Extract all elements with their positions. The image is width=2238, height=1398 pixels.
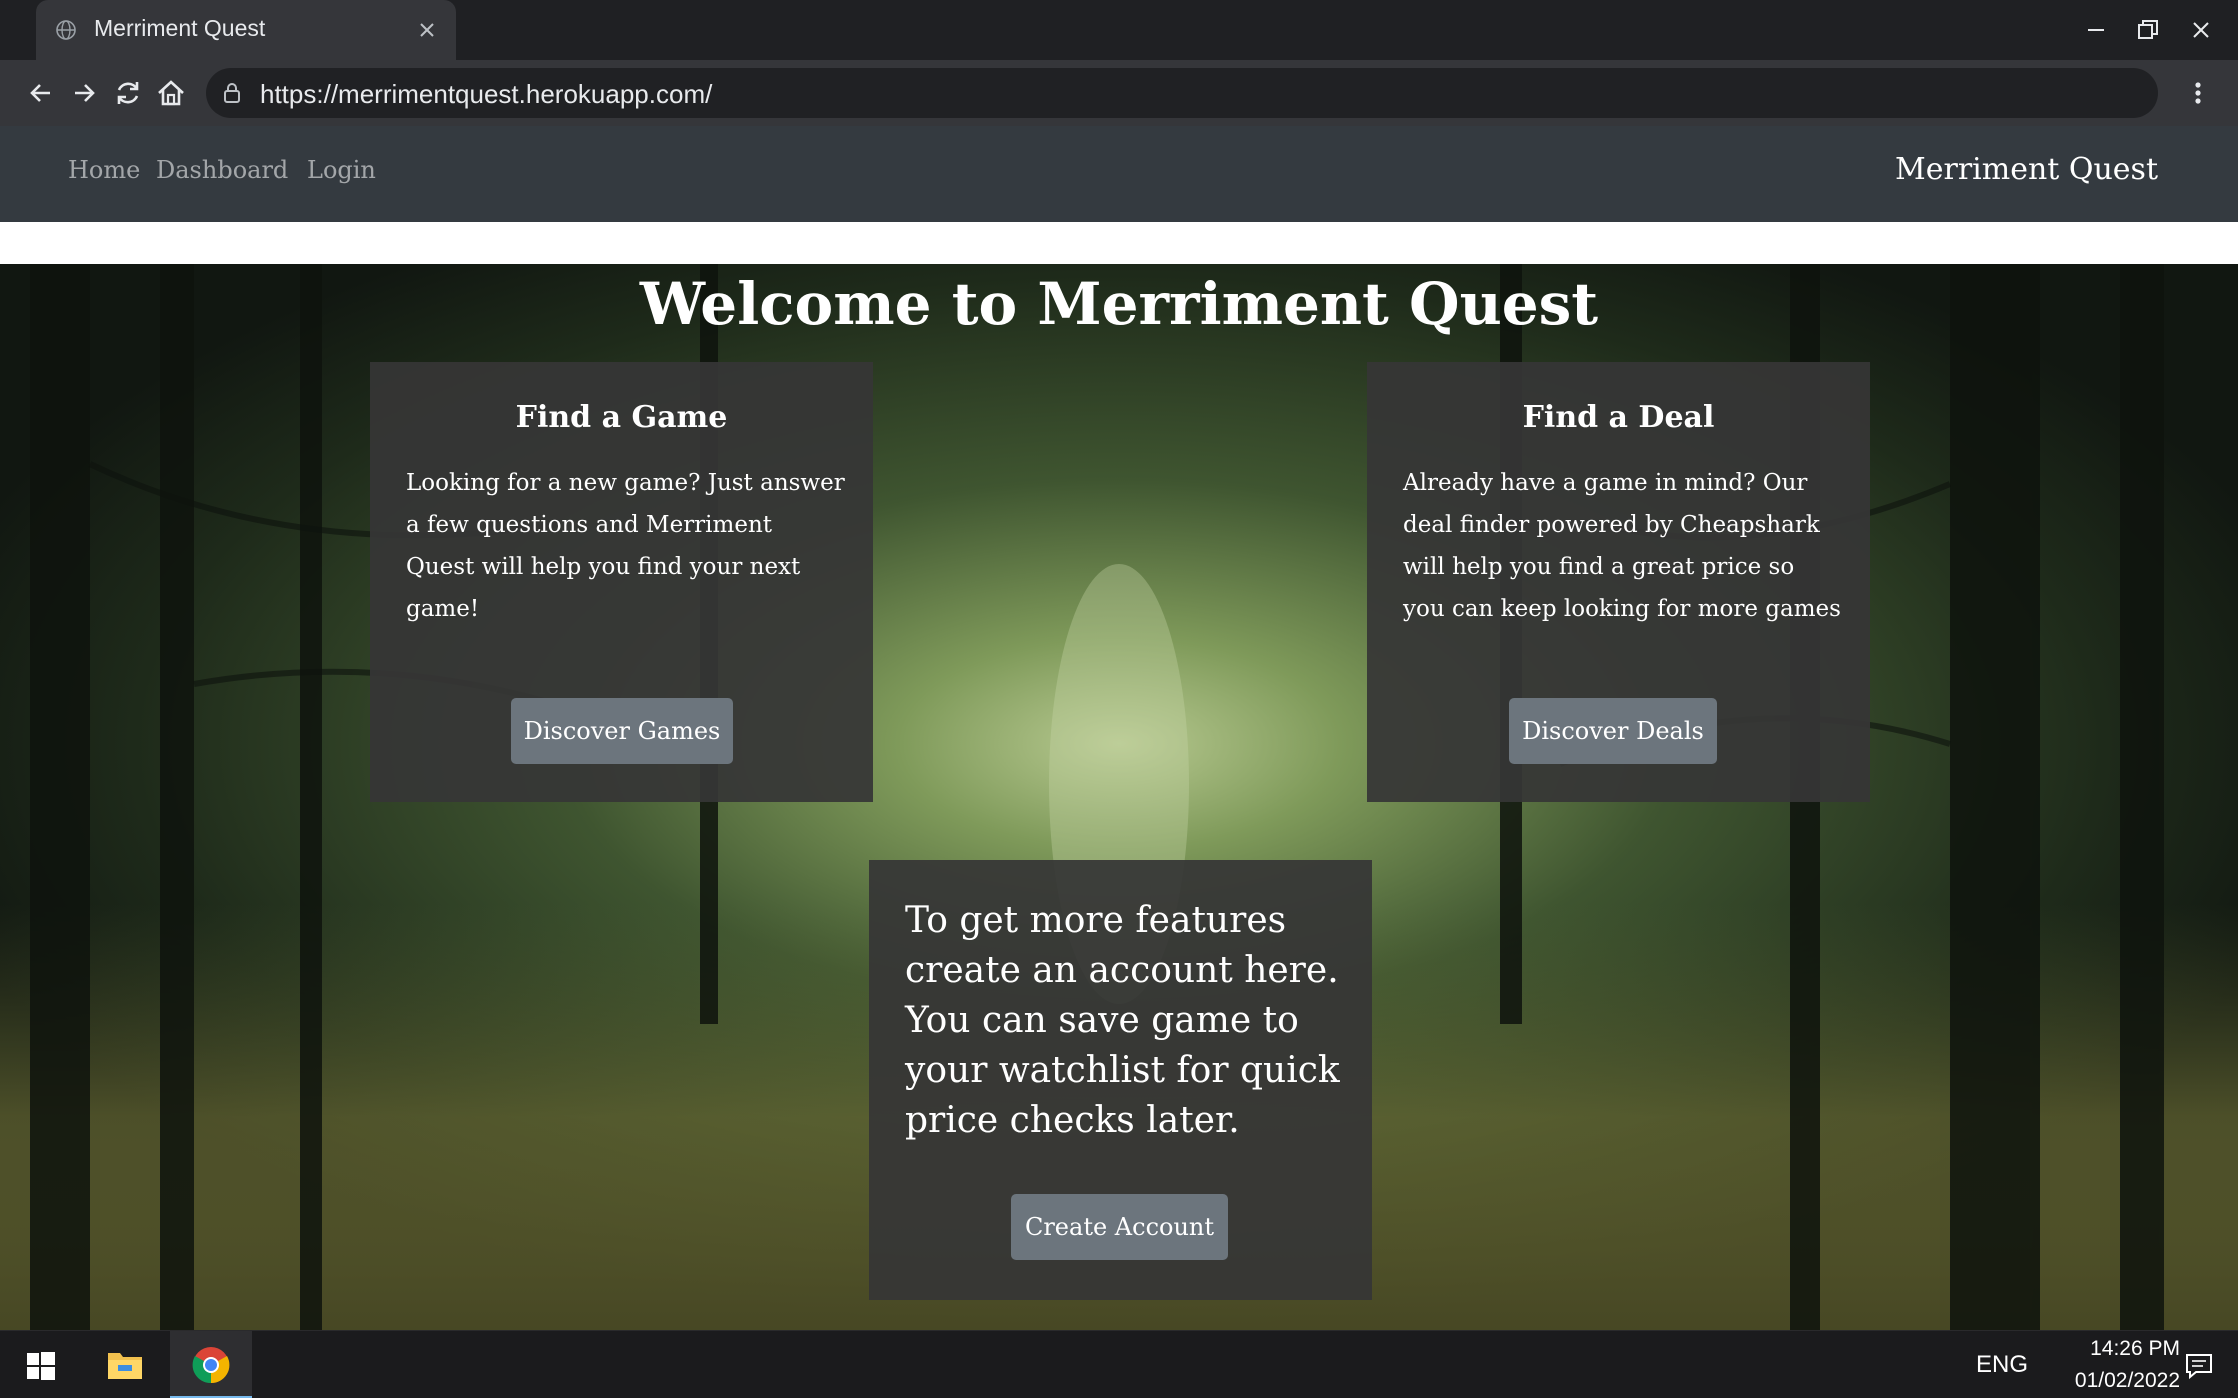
close-tab-icon[interactable]: [418, 21, 436, 39]
clock-time[interactable]: 14:26 PM: [2030, 1337, 2180, 1361]
lock-icon: [224, 83, 240, 103]
chrome-icon: [192, 1347, 230, 1384]
globe-icon: [56, 20, 76, 40]
close-icon[interactable]: [2185, 14, 2217, 46]
page-spacer: [0, 222, 2238, 264]
nav-link-login[interactable]: Login: [307, 156, 376, 184]
find-deal-card: Find a Deal Already have a game in mind?…: [1367, 362, 1870, 802]
url-text: https://merrimentquest.herokuapp.com/: [260, 79, 713, 109]
find-deal-title: Find a Deal: [1522, 400, 1715, 435]
browser-toolbar: https://merrimentquest.herokuapp.com/: [0, 60, 2238, 126]
create-account-card: To get more features create an account h…: [869, 860, 1372, 1300]
reload-icon[interactable]: [112, 77, 144, 109]
os-taskbar: ENG 14:26 PM 01/02/2022: [0, 1330, 2238, 1398]
site-navbar: Home Dashboard Login Merriment Quest: [0, 126, 2238, 222]
nav-link-home[interactable]: Home: [68, 156, 140, 184]
nav-link-dashboard[interactable]: Dashboard: [156, 156, 288, 184]
find-deal-description: Already have a game in mind? Our deal fi…: [1403, 470, 1841, 622]
address-bar[interactable]: https://merrimentquest.herokuapp.com/: [206, 68, 2158, 118]
create-account-description: To get more features create an account h…: [905, 900, 1340, 1141]
tab-title: Merriment Quest: [94, 15, 266, 41]
find-game-card: Find a Game Looking for a new game? Just…: [370, 362, 873, 802]
kebab-menu-icon[interactable]: [2186, 77, 2210, 109]
hero-title: Welcome to Merriment Quest: [639, 270, 1599, 338]
home-icon[interactable]: [155, 77, 187, 109]
windows-start-icon[interactable]: [26, 1351, 56, 1381]
hero-section: Welcome to Merriment Quest Find a Game L…: [0, 264, 2238, 1330]
create-account-button[interactable]: Create Account: [1011, 1194, 1228, 1260]
file-explorer-icon[interactable]: [106, 1347, 144, 1381]
find-game-description: Looking for a new game? Just answer a fe…: [406, 470, 845, 622]
back-arrow-icon[interactable]: [25, 77, 57, 109]
discover-deals-button[interactable]: Discover Deals: [1509, 698, 1717, 764]
forward-arrow-icon[interactable]: [68, 77, 100, 109]
input-language[interactable]: ENG: [1976, 1351, 2028, 1379]
navbar-brand[interactable]: Merriment Quest: [1895, 152, 2158, 187]
discover-games-button[interactable]: Discover Games: [511, 698, 733, 764]
notifications-icon[interactable]: [2184, 1351, 2214, 1381]
browser-tab[interactable]: Merriment Quest: [36, 0, 456, 60]
browser-tabstrip: Merriment Quest: [0, 0, 2238, 60]
find-game-title: Find a Game: [515, 400, 728, 435]
clock-date[interactable]: 01/02/2022: [2030, 1369, 2180, 1393]
taskbar-chrome-button[interactable]: [170, 1331, 252, 1398]
minimize-icon[interactable]: [2080, 14, 2112, 46]
restore-icon[interactable]: [2132, 14, 2164, 46]
